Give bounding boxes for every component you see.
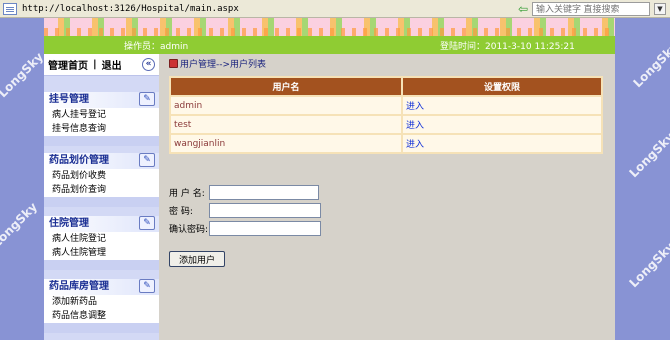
header-bar: 操作员：admin 登陆时间：2011-3-10 11:25:21 [44,36,615,54]
enter-permissions-link[interactable]: 进入 [403,135,601,152]
nav-group-title[interactable]: 药品划价管理 ✎ [44,153,159,169]
left-side-background: LongSky LongSky [0,18,44,340]
watermark-text: LongSky [630,39,670,91]
banner-carrots [44,28,615,36]
page-icon [3,2,17,15]
user-table: 用户名 设置权限 admin 进入 test 进入 wangjianlin 进入 [169,76,603,154]
nav-separator: | [93,59,97,70]
collapse-icon[interactable]: « [142,58,155,71]
edit-icon: ✎ [139,216,155,230]
nav-group-title[interactable]: 药品库房管理 ✎ [44,279,159,295]
nav-item-add-drug[interactable]: 添加新药品 [44,295,159,309]
nav-group-registration: 挂号管理 ✎ 病人挂号登记 挂号信息查询 [44,92,159,146]
column-header-username: 用户名 [171,78,401,95]
browser-right-tools: ⇦ ▼ [518,2,666,16]
nav-item-inpatient-management[interactable]: 病人住院管理 [44,246,159,260]
nav-item-inpatient-registration[interactable]: 病人住院登记 [44,232,159,246]
nav-group-title[interactable]: 住院管理 ✎ [44,216,159,232]
enter-permissions-link[interactable]: 进入 [403,97,601,114]
breadcrumb: 用户管理-->用户列表 [169,57,266,70]
edit-icon: ✎ [139,279,155,293]
right-side-background: LongSky LongSky LongSky [615,18,670,340]
left-navigation: 管理首页 | 退出 « 挂号管理 ✎ 病人挂号登记 挂号信息查询 药品划价管理 … [44,54,159,340]
password-input[interactable] [209,202,321,218]
username-label: 用 户 名: [169,188,205,199]
clipboard-icon: ✎ [139,92,155,106]
nav-top-links: 管理首页 | 退出 « [44,54,159,76]
address-url[interactable]: http://localhost:3126/Hospital/main.aspx [22,4,239,14]
nav-item-pricing-charge[interactable]: 药品划价收费 [44,169,159,183]
username-cell: test [171,116,401,133]
confirm-password-input[interactable] [209,220,321,236]
nav-group-title[interactable]: 挂号管理 ✎ [44,92,159,108]
nav-item-patient-registration[interactable]: 病人挂号登记 [44,108,159,122]
confirm-password-row: 确认密码: [169,220,321,236]
breadcrumb-text: 用户管理-->用户列表 [180,60,267,70]
nav-item-drug-adjust[interactable]: 药品信息调整 [44,309,159,323]
nav-group-drug-pricing: 药品划价管理 ✎ 药品划价收费 药品划价查询 [44,153,159,207]
watermark-text: LongSky [626,129,670,181]
main-content: 用户管理-->用户列表 用户名 设置权限 admin 进入 test 进入 wa… [159,54,615,340]
table-row: wangjianlin 进入 [171,135,601,152]
nav-item-pricing-query[interactable]: 药品划价查询 [44,183,159,197]
add-user-form: 用 户 名: 密 码: 确认密码: [169,184,321,238]
nav-group-footer [44,323,159,333]
watermark-text: LongSky [0,49,44,101]
search-dropdown-icon[interactable]: ▼ [654,3,666,15]
password-label: 密 码: [169,206,193,217]
nav-group-footer [44,260,159,270]
table-row: admin 进入 [171,97,601,114]
username-row: 用 户 名: [169,184,321,200]
table-row: test 进入 [171,116,601,133]
edit-icon: ✎ [139,153,155,167]
add-user-button[interactable]: 添加用户 [169,251,225,267]
browser-search-input[interactable] [532,2,650,16]
column-header-permissions: 设置权限 [403,78,601,95]
nav-group-footer [44,197,159,207]
back-arrow-icon[interactable]: ⇦ [518,3,528,15]
nav-item-registration-query[interactable]: 挂号信息查询 [44,122,159,136]
username-cell: wangjianlin [171,135,401,152]
enter-permissions-link[interactable]: 进入 [403,116,601,133]
username-input[interactable] [209,184,319,200]
nav-group-pharmacy: 药品库房管理 ✎ 添加新药品 药品信息调整 [44,279,159,333]
browser-address-bar: http://localhost:3126/Hospital/main.aspx… [0,0,670,18]
table-header-row: 用户名 设置权限 [171,78,601,95]
confirm-password-label: 确认密码: [169,224,209,235]
breadcrumb-icon [169,59,178,68]
logout-link[interactable]: 退出 [102,57,122,72]
nav-group-inpatient: 住院管理 ✎ 病人住院登记 病人住院管理 [44,216,159,270]
watermark-text: LongSky [626,239,670,291]
home-link[interactable]: 管理首页 [48,57,88,72]
watermark-text: LongSky [0,199,41,251]
operator-label: 操作员：admin [124,42,189,52]
login-time-label: 登陆时间：2011-3-10 11:25:21 [440,42,575,52]
password-row: 密 码: [169,202,321,218]
username-cell: admin [171,97,401,114]
nav-group-footer [44,136,159,146]
